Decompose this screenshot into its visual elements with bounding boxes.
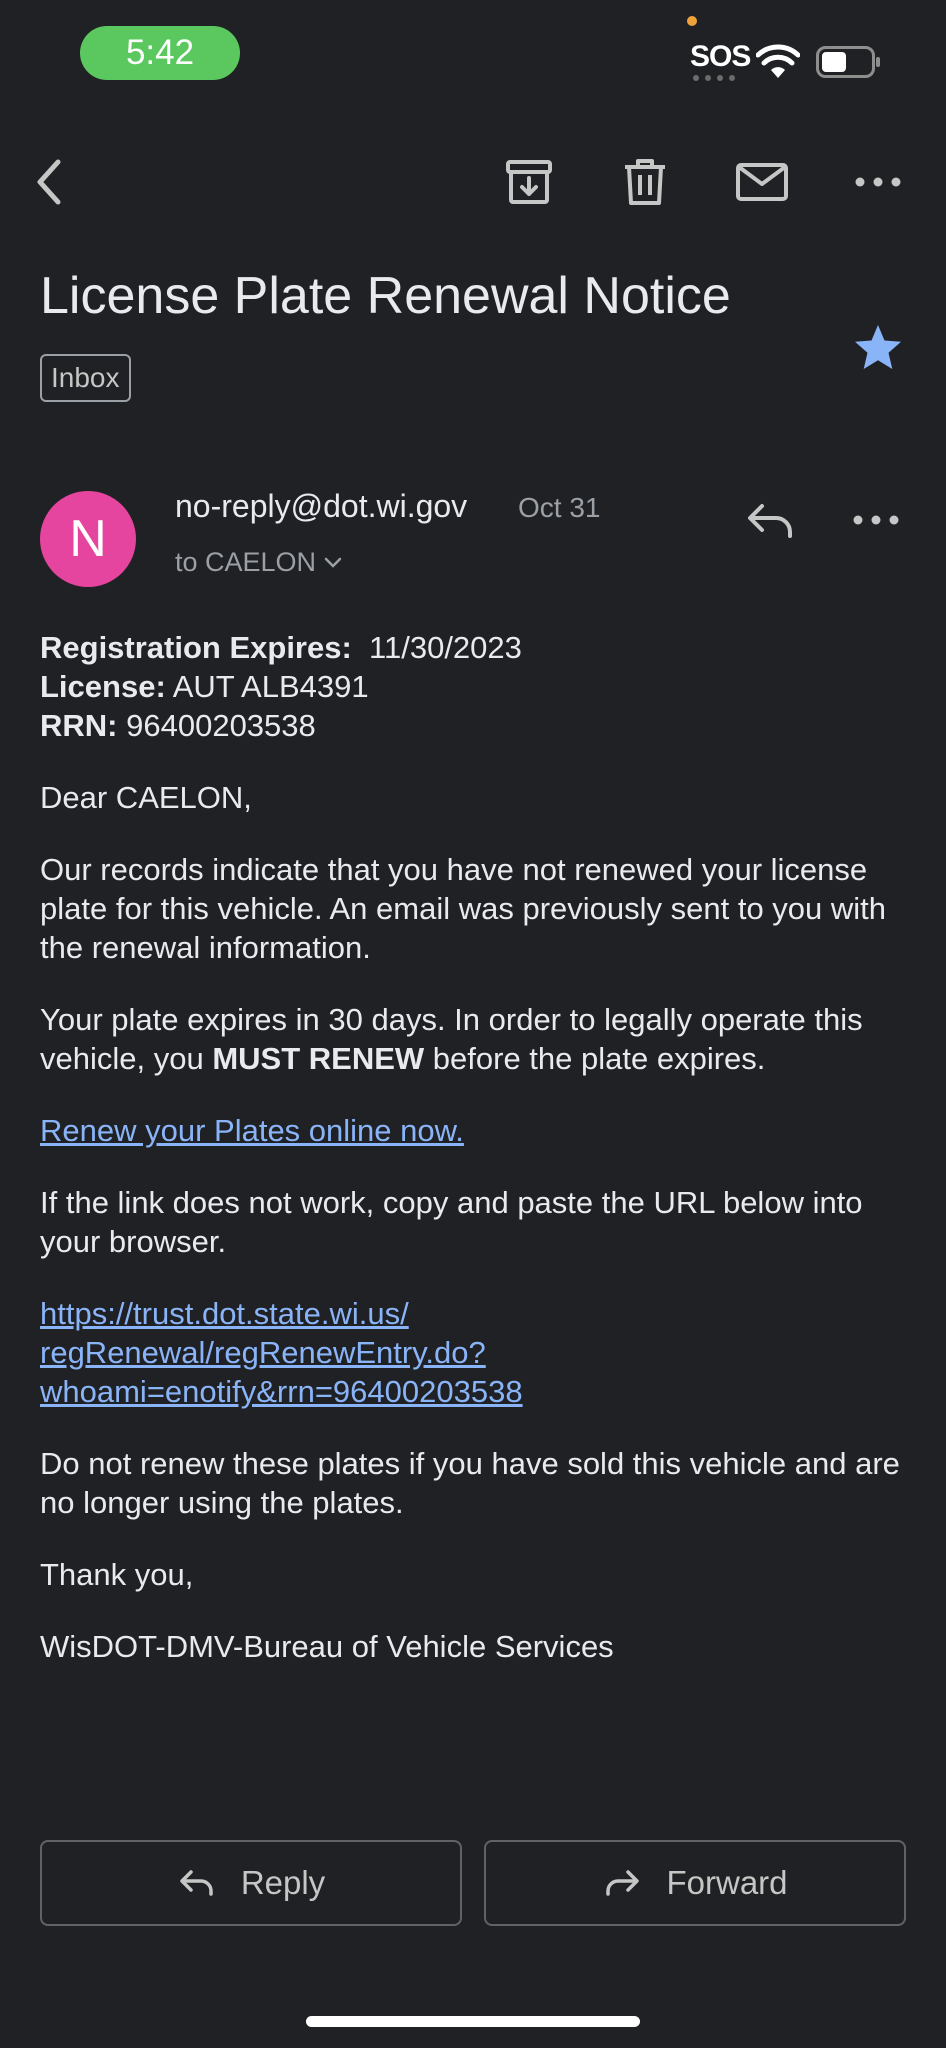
paragraph-sold-vehicle: Do not renew these plates if you have so… xyxy=(40,1446,900,1520)
trash-icon xyxy=(625,159,665,205)
sender-avatar[interactable]: N xyxy=(40,491,136,587)
registration-details: Registration Expires: 11/30/2023 License… xyxy=(40,628,910,745)
url-line-3[interactable]: whoami=enotify&rrn=96400203538 xyxy=(40,1374,523,1409)
mail-icon xyxy=(736,163,788,201)
signal-dots-icon xyxy=(693,75,735,81)
url-line-2[interactable]: regRenewal/regRenewEntry.do? xyxy=(40,1335,486,1370)
reply-icon xyxy=(180,1870,213,1896)
wifi-icon xyxy=(756,44,800,78)
expiry-text-post: before the plate expires. xyxy=(432,1041,766,1076)
recipients-toggle[interactable]: to CAELON xyxy=(175,547,342,578)
email-date: Oct 31 xyxy=(518,492,601,523)
must-renew-text: MUST RENEW xyxy=(212,1041,425,1076)
status-time: 5:42 xyxy=(80,26,240,80)
forward-button-label: Forward xyxy=(666,1864,788,1901)
paragraph-link-help: If the link does not work, copy and past… xyxy=(40,1185,863,1259)
reply-button[interactable]: Reply xyxy=(40,1840,462,1926)
paragraph-expiry: Your plate expires in 30 days. In order … xyxy=(40,1000,910,1078)
mark-unread-button[interactable] xyxy=(732,152,792,212)
back-button[interactable] xyxy=(22,152,82,212)
battery-icon xyxy=(816,46,880,78)
archive-button[interactable] xyxy=(499,152,559,212)
reply-icon[interactable] xyxy=(742,492,798,548)
chevron-down-icon xyxy=(324,557,342,568)
home-indicator[interactable] xyxy=(306,2016,640,2027)
renew-online-link[interactable]: Renew your Plates online now. xyxy=(40,1113,464,1148)
sos-indicator: SOS xyxy=(690,40,751,73)
privacy-indicator-dot xyxy=(687,16,697,26)
greeting: Dear CAELON, xyxy=(40,780,252,815)
more-options-button[interactable] xyxy=(848,152,908,212)
inbox-label-chip[interactable]: Inbox xyxy=(40,354,131,402)
reg-value: 11/30/2023 xyxy=(369,630,522,665)
url-line-1[interactable]: https://trust.dot.state.wi.us/ xyxy=(40,1296,409,1331)
license-label: License: xyxy=(40,669,166,704)
forward-button[interactable]: Forward xyxy=(484,1840,906,1926)
closing: Thank you, xyxy=(40,1557,194,1592)
chevron-left-icon xyxy=(37,159,61,205)
reply-button-label: Reply xyxy=(240,1864,326,1901)
sender-address[interactable]: no-reply@dot.wi.gov xyxy=(175,488,467,525)
renewal-url-link[interactable]: https://trust.dot.state.wi.us/ regRenewa… xyxy=(40,1294,910,1411)
message-more-icon[interactable] xyxy=(846,492,906,548)
delete-button[interactable] xyxy=(615,152,675,212)
rrn-label: RRN: xyxy=(40,708,118,743)
reg-label: Registration Expires: xyxy=(40,630,352,665)
forward-icon xyxy=(606,1870,640,1896)
email-subject: License Plate Renewal Notice xyxy=(40,267,731,325)
star-icon[interactable] xyxy=(852,322,904,374)
paragraph-records: Our records indicate that you have not r… xyxy=(40,852,887,965)
rrn-value: 96400203538 xyxy=(126,708,316,743)
email-body: Registration Expires: 11/30/2023 License… xyxy=(40,628,910,1699)
archive-icon xyxy=(506,160,552,204)
more-horizontal-icon xyxy=(855,177,901,187)
signature: WisDOT-DMV-Bureau of Vehicle Services xyxy=(40,1629,614,1664)
recipient-text: to CAELON xyxy=(175,547,317,577)
license-value: AUT ALB4391 xyxy=(172,669,369,704)
